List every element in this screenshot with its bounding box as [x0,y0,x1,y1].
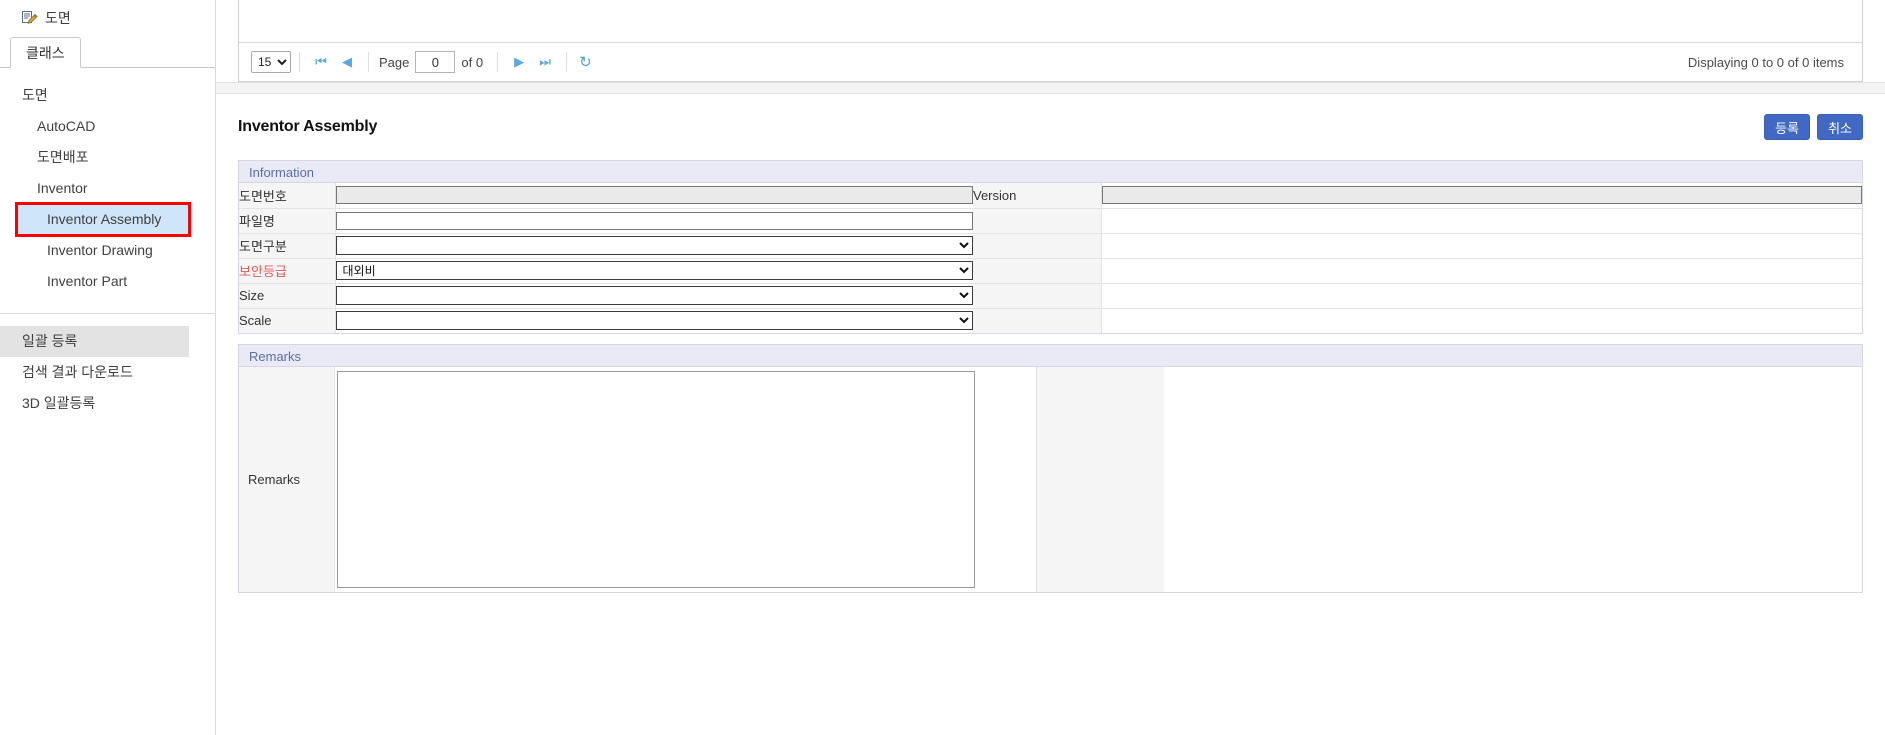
field-empty-1 [1101,208,1862,234]
class-tree: 도면 AutoCAD 도면배포 Inventor Inventor Assemb… [0,68,215,314]
pager-divider [299,52,300,72]
remarks-textarea[interactable] [337,371,975,588]
tree-item-drawing[interactable]: 도면 [0,80,215,111]
size-select[interactable] [335,286,973,305]
tree-item-drawing-distribution[interactable]: 도면배포 [0,142,215,173]
field-empty-2 [1101,233,1862,259]
pager-divider [368,52,369,72]
version-input[interactable] [1101,186,1862,205]
security-level-select[interactable]: 대외비 [335,261,973,280]
label-security-level: 보안등급 [239,258,336,284]
information-form: 도면번호 Version 파일명 도면구분 보안등급 대외비 Size Scal… [239,183,1862,333]
sidebar-header: 도면 [0,0,215,35]
previous-page-icon[interactable]: ◀ [334,51,360,73]
sidebar-links: 일괄 등록 검색 결과 다운로드 3D 일괄등록 [0,314,215,419]
sidebar-link-bulk-register[interactable]: 일괄 등록 [0,326,189,357]
field-empty-4 [1101,283,1862,309]
pager-divider [497,52,499,72]
section-divider [216,82,1885,94]
label-empty-3 [973,258,1102,284]
register-button[interactable]: 등록 [1764,114,1811,140]
label-empty-4 [973,283,1102,309]
label-version: Version [973,183,1102,209]
remarks-rest-cell [1163,367,1862,592]
tree-item-inventor[interactable]: Inventor [0,173,215,204]
detail-pane: Inventor Assembly 등록 취소 Information 도면번호… [216,94,1885,735]
sidebar-tabbar: 클래스 [0,35,215,68]
tab-class[interactable]: 클래스 [10,37,81,68]
sidebar-link-download-search-results[interactable]: 검색 결과 다운로드 [0,357,215,388]
information-panel: Information 도면번호 Version 파일명 도면구분 보안등급 대… [238,160,1863,334]
field-scale [335,308,973,333]
form-row-security-level: 보안등급 대외비 [239,258,1862,284]
scale-select[interactable] [335,311,973,331]
tree-item-autocad[interactable]: AutoCAD [0,111,215,142]
label-empty-2 [973,233,1102,259]
field-empty-5 [1101,308,1862,333]
field-file-name [335,208,973,234]
label-drawing-type: 도면구분 [239,233,336,259]
next-page-icon[interactable]: ▶ [506,51,532,73]
information-panel-title: Information [239,160,1862,183]
pager-divider [566,52,568,72]
cancel-button[interactable]: 취소 [1817,114,1863,140]
field-version [1101,183,1862,209]
pagination-status: Displaying 0 to 0 of 0 items [1687,54,1844,70]
first-page-icon[interactable]: ⏮ [308,51,334,73]
tree-item-inventor-assembly[interactable]: Inventor Assembly [15,202,191,237]
field-size [335,283,973,309]
file-name-input[interactable] [335,211,973,230]
field-remarks [335,367,1036,592]
page-label: Page [379,54,410,70]
results-grid: 15 ⏮ ◀ Page of 0 ▶ ⏭ ↻ Displaying 0 to 0… [238,0,1863,82]
label-file-name: 파일명 [239,208,336,234]
detail-actions: 등록 취소 [1764,114,1863,140]
main-content: 15 ⏮ ◀ Page of 0 ▶ ⏭ ↻ Displaying 0 to 0… [216,0,1885,735]
field-drawing-number [335,183,973,209]
label-drawing-number: 도면번호 [239,183,336,209]
remarks-panel: Remarks Remarks [238,344,1863,593]
field-empty-3 [1101,258,1862,284]
drawing-type-select[interactable] [335,236,973,255]
drawing-edit-icon [22,10,38,25]
tree-item-inventor-part[interactable]: Inventor Part [0,266,215,297]
field-drawing-type [335,233,973,259]
page-total-label: of 0 [461,54,484,70]
remarks-filler-cell [1035,367,1164,592]
page-size-select[interactable]: 15 [251,51,291,73]
pagination-toolbar: 15 ⏮ ◀ Page of 0 ▶ ⏭ ↻ Displaying 0 to 0… [239,43,1862,81]
label-empty-1 [973,208,1102,234]
page-number-input[interactable] [415,51,456,73]
sidebar: 도면 클래스 도면 AutoCAD 도면배포 Inventor Inventor… [0,0,216,735]
refresh-icon[interactable]: ↻ [579,53,592,71]
detail-header: Inventor Assembly 등록 취소 [238,94,1863,160]
sidebar-link-3d-bulk-register[interactable]: 3D 일괄등록 [0,388,215,419]
label-scale: Scale [239,308,336,333]
form-row-size: Size [239,283,1862,309]
tree-item-inventor-drawing[interactable]: Inventor Drawing [0,235,215,266]
results-grid-body [239,0,1862,43]
app-root: 도면 클래스 도면 AutoCAD 도면배포 Inventor Inventor… [0,0,1885,735]
form-row-drawing-type: 도면구분 [239,233,1862,259]
label-size: Size [239,283,336,309]
remarks-body: Remarks [239,367,1862,592]
page-title: Inventor Assembly [238,118,378,135]
last-page-icon[interactable]: ⏭ [532,51,558,73]
remarks-panel-title: Remarks [239,344,1862,367]
sidebar-header-title: 도면 [45,9,71,26]
form-row-drawing-number: 도면번호 Version [239,183,1862,209]
label-empty-5 [973,308,1102,333]
field-security-level: 대외비 [335,258,973,284]
drawing-number-input[interactable] [335,186,973,205]
label-remarks: Remarks [239,367,335,592]
form-row-scale: Scale [239,308,1862,333]
form-row-file-name: 파일명 [239,208,1862,234]
